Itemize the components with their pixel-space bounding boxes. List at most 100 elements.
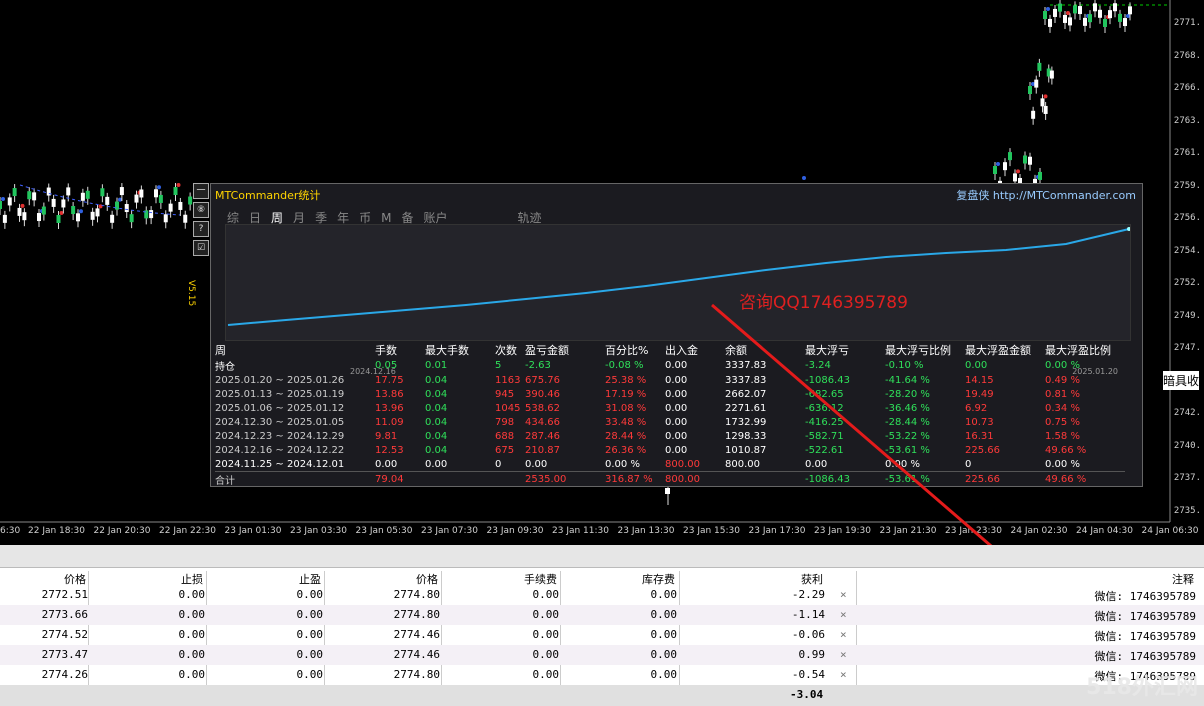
- stats-cell: 0.00: [665, 402, 688, 414]
- stats-cell: 0.00: [665, 360, 688, 371]
- trade-cell: 0.00: [178, 668, 206, 681]
- stats-cell: -682.65: [805, 388, 844, 400]
- price-tick-label: 2771.: [1173, 18, 1201, 28]
- trade-row[interactable]: 2772.51 0.00 0.00 2774.80 0.00 0.00 -2.29 微信: 1…: [0, 585, 1204, 605]
- price-tick-label: 2759.: [1173, 180, 1201, 191]
- stats-cell: 最大浮亏比例: [885, 344, 951, 357]
- close-position-icon[interactable]: ×: [840, 608, 847, 621]
- stats-cell: 316.87 %: [605, 471, 665, 487]
- stats-cell: 0.04: [425, 416, 448, 428]
- stats-cell: 13.96: [375, 402, 404, 414]
- stats-cell: 0.00: [965, 360, 988, 371]
- time-tick-label: 6:30: [0, 526, 21, 536]
- stats-cell: 31.08 %: [605, 402, 647, 414]
- minimize-button[interactable]: 一: [193, 183, 209, 199]
- stats-cell: -2.63: [525, 360, 551, 371]
- close-position-icon[interactable]: ×: [840, 668, 847, 681]
- tab-1[interactable]: 日: [249, 211, 261, 225]
- stats-cell: -582.71: [805, 430, 844, 442]
- stats-cell: 最大浮亏: [805, 344, 849, 357]
- candle-body: [110, 214, 115, 223]
- tab-8[interactable]: 备: [401, 211, 413, 225]
- stats-cell: 28.44 %: [605, 430, 647, 442]
- time-tick-label: 23 Jan 23:30: [945, 526, 1002, 536]
- tab-7[interactable]: M: [381, 211, 391, 225]
- stats-cell: 盈亏金额: [525, 344, 569, 357]
- mtcommander-stats-panel: MTCommander统计 复盘侠 http://MTCommander.com…: [210, 183, 1143, 487]
- candle-body: [7, 197, 12, 206]
- candle-body: [56, 214, 61, 223]
- price-tick-label: 2740.: [1173, 440, 1201, 451]
- time-tick-label: 24 Jan 06:30: [1141, 526, 1199, 536]
- trade-cell: 2773.47: [41, 648, 88, 661]
- tab-3[interactable]: 月: [293, 211, 305, 225]
- stats-cell: 周: [215, 344, 226, 357]
- stats-row: 2024.12.23 ~ 2024.12.29 9.81 0.04 688 287.46…: [215, 429, 1125, 443]
- stats-cell: 2025.01.20 ~ 2025.01.26: [215, 374, 345, 386]
- candle-body: [12, 188, 17, 197]
- tab-5[interactable]: 年: [337, 211, 349, 225]
- trade-row[interactable]: 2773.66 0.00 0.00 2774.80 0.00 0.00 -1.14 微信: 1…: [0, 605, 1204, 625]
- candle-body: [154, 189, 158, 198]
- help-button[interactable]: ?: [193, 221, 209, 237]
- tab-10[interactable]: 轨迹: [518, 211, 542, 225]
- stats-row: 2024.11.25 ~ 2024.12.01 0.00 0.00 0 0.00 0.00…: [215, 457, 1125, 472]
- stats-cell: 0.04: [425, 402, 448, 414]
- candle-body: [993, 166, 997, 174]
- settings-button[interactable]: ⑧: [193, 202, 209, 218]
- trade-marker: [1066, 10, 1070, 15]
- price-scale: 2771. 2768. 2766. 2763. 2761. 2759. 2756. 2754.…: [1170, 0, 1204, 522]
- stats-row: 2024.12.30 ~ 2025.01.05 11.09 0.04 798 434.6…: [215, 415, 1125, 429]
- stats-row: 持仓 0.05 0.01 5 -2.63 -0.08 % 0.00 3337.83 -3.24 -…: [215, 358, 1125, 373]
- candle-body: [51, 198, 56, 207]
- time-tick-label: 22 Jan 18:30: [28, 526, 85, 536]
- stats-cell: 0.00: [805, 458, 828, 470]
- stats-cell: 2025.01.06 ~ 2025.01.12: [215, 402, 345, 414]
- tab-9[interactable]: 账户: [423, 211, 447, 225]
- stats-cell: 10.73: [965, 416, 994, 428]
- trade-row[interactable]: 2774.52 0.00 0.00 2774.46 0.00 0.00 -0.06 微信: 1…: [0, 625, 1204, 645]
- tab-2[interactable]: 周: [271, 211, 283, 225]
- stats-cell: -1086.43: [805, 374, 850, 386]
- candle-body: [1098, 9, 1102, 18]
- trade-cell: 0.00: [650, 608, 678, 621]
- close-position-icon[interactable]: ×: [840, 588, 847, 601]
- trade-cell: 0.00: [650, 648, 678, 661]
- stats-cell: 3337.83: [725, 374, 767, 386]
- trade-cell: 0.00: [532, 628, 560, 641]
- close-position-icon[interactable]: ×: [840, 628, 847, 641]
- stats-cell: -416.25: [805, 416, 844, 428]
- time-tick-label: 23 Jan 17:30: [748, 526, 806, 536]
- tab-0[interactable]: 综: [227, 211, 239, 225]
- tab-4[interactable]: 季: [315, 211, 327, 225]
- time-tick-label: 23 Jan 19:30: [814, 526, 871, 536]
- candle-body: [1028, 86, 1032, 94]
- trade-row[interactable]: 2774.26 0.00 0.00 2774.80 0.00 0.00 -0.54 微信: 1…: [0, 665, 1204, 685]
- stats-cell: -1086.43: [805, 471, 885, 487]
- site-link[interactable]: 复盘侠 http://MTCommander.com: [956, 187, 1136, 203]
- tab-6[interactable]: 币: [359, 211, 371, 225]
- candle-body: [105, 196, 110, 205]
- time-tick-label: 23 Jan 15:30: [683, 526, 740, 536]
- stats-cell: 225.66: [965, 444, 1000, 456]
- trade-cell: 0.00: [532, 668, 560, 681]
- candle-body: [37, 213, 41, 222]
- price-tick-label: 2756.: [1173, 213, 1201, 223]
- stats-row: 2025.01.06 ~ 2025.01.12 13.96 0.04 1045 538.…: [215, 401, 1125, 415]
- candle-body: [1040, 98, 1045, 107]
- time-tick-label: 23 Jan 21:30: [879, 526, 937, 536]
- close-position-icon[interactable]: ×: [840, 648, 847, 661]
- candle-body: [61, 199, 66, 208]
- price-tick-label: 2754.: [1173, 245, 1201, 256]
- stats-cell: -53.22 %: [885, 430, 930, 442]
- candle-body: [665, 488, 670, 494]
- trade-cell: -2.29: [791, 588, 825, 601]
- stats-cell: 17.75: [375, 374, 404, 386]
- candle-body: [1038, 171, 1042, 180]
- candle-body: [1108, 10, 1112, 19]
- stats-cell: 675.76: [525, 374, 560, 386]
- toggle-button[interactable]: ☑: [193, 240, 209, 256]
- candle-body: [1043, 11, 1047, 19]
- trade-row[interactable]: 2773.47 0.00 0.00 2774.46 0.00 0.00 0.99 微信: 17…: [0, 645, 1204, 665]
- stats-cell: 9.81: [375, 430, 398, 442]
